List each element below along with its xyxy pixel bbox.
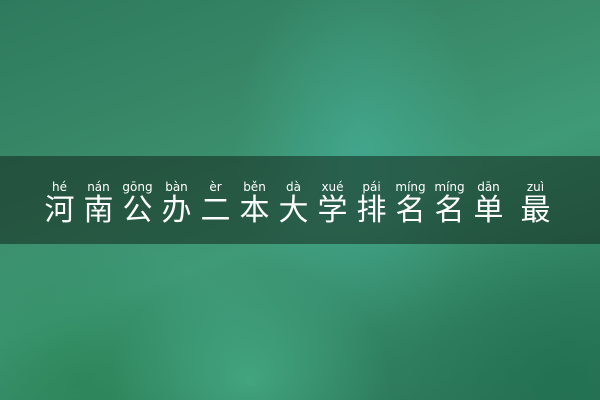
pinyin-label: gōng [122, 180, 153, 194]
hanzi-char: 名 [434, 193, 465, 228]
title-char: zuì 最 [518, 180, 553, 228]
hanzi-char: 学 [317, 193, 348, 228]
title-char: míng 名 [432, 180, 467, 228]
hanzi-char: 最 [520, 193, 551, 228]
pinyin-label: zuì [526, 180, 545, 194]
hanzi-char: 排 [356, 193, 387, 228]
hanzi-char: 大 [278, 193, 309, 228]
hanzi-char: 单 [473, 193, 504, 228]
title-char: míng 名 [393, 180, 428, 228]
pinyin-label: pái [362, 180, 381, 194]
title-char: bàn 办 [159, 180, 194, 228]
pinyin-label: hé [52, 180, 67, 194]
hanzi-char: 南 [83, 193, 114, 228]
title-char: èr 二 [198, 180, 233, 228]
title-char: xué 学 [315, 180, 350, 228]
pinyin-label: dān [477, 180, 500, 194]
pinyin-label: míng [434, 180, 465, 194]
pinyin-label: xué [321, 180, 344, 194]
title-char: pái 排 [354, 180, 389, 228]
banner-background: hé 河 nán 南 gōng 公 bàn 办 èr 二 běn 本 dà 大 … [0, 0, 600, 400]
hanzi-char: 二 [200, 193, 231, 228]
pinyin-label: dà [286, 180, 301, 194]
pinyin-label: nán [87, 180, 110, 194]
title-char: hé 河 [42, 180, 77, 228]
title-char: gōng 公 [120, 180, 155, 228]
pinyin-label: míng [395, 180, 426, 194]
hanzi-char: 办 [161, 193, 192, 228]
pinyin-label: běn [243, 180, 266, 194]
title-char: nán 南 [81, 180, 116, 228]
hanzi-char: 河 [44, 193, 75, 228]
hanzi-char: 名 [395, 193, 426, 228]
hanzi-char: 公 [122, 193, 153, 228]
ruby-title: hé 河 nán 南 gōng 公 bàn 办 èr 二 běn 本 dà 大 … [42, 180, 553, 228]
title-char: dān 单 [471, 180, 506, 228]
hanzi-char: 本 [239, 193, 270, 228]
title-char: dà 大 [276, 180, 311, 228]
title-char: běn 本 [237, 180, 272, 228]
pinyin-label: èr [209, 180, 222, 194]
pinyin-label: bàn [165, 180, 188, 194]
